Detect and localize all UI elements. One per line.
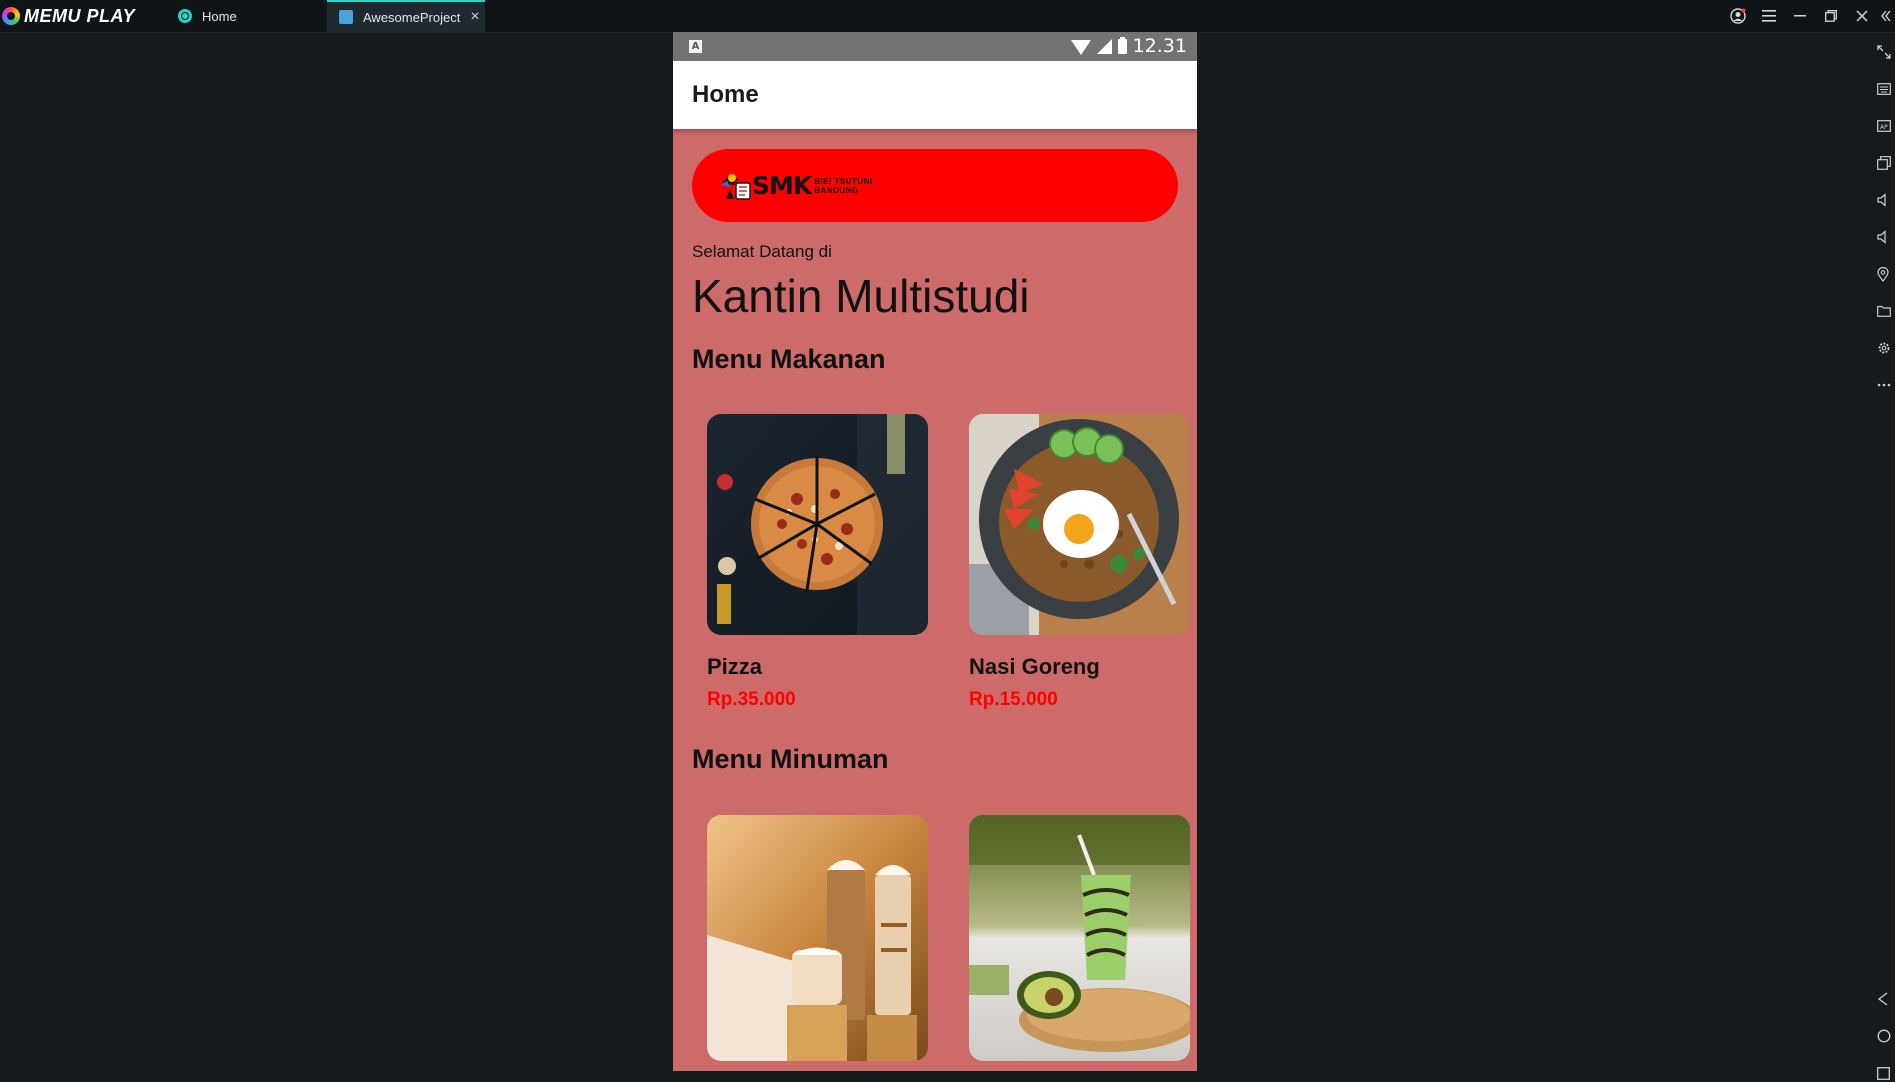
home-icon[interactable]: [1877, 1027, 1895, 1045]
brand-name: MEMU PLAY: [24, 5, 136, 26]
apk-icon[interactable]: AP: [1877, 117, 1895, 135]
multi-window-icon[interactable]: [1877, 154, 1895, 172]
page-title: Home: [692, 81, 759, 108]
tab-label: Home: [202, 8, 237, 24]
fullscreen-icon[interactable]: [1877, 43, 1895, 61]
menu-item-price: Rp.35.000: [707, 689, 796, 710]
battery-icon: [1117, 36, 1127, 54]
signal-icon: [1096, 38, 1112, 54]
svg-text:AP: AP: [1880, 124, 1888, 131]
android-screen: A 12.31 Home SMK BIEI TSUTUNI BANDUNG Se…: [673, 32, 1197, 1071]
emulator-toolbar: AP: [1873, 33, 1895, 1080]
app-bar: Home: [673, 61, 1197, 129]
user-icon[interactable]: [1722, 0, 1753, 32]
tab-home[interactable]: Home: [178, 0, 318, 32]
coffee-drink-image: [707, 815, 928, 1061]
collapse-sidebar-icon[interactable]: [1877, 0, 1895, 32]
drink-section-title: Menu Minuman: [692, 744, 889, 774]
mascot-icon: [720, 174, 751, 200]
home-tab-icon: [178, 9, 192, 23]
back-icon[interactable]: [1877, 990, 1895, 1008]
food-section-title: Menu Makanan: [692, 344, 886, 374]
recents-icon[interactable]: [1877, 1064, 1895, 1082]
tab-close-icon[interactable]: ×: [470, 8, 479, 26]
memu-logo: MEMU PLAY: [2, 6, 135, 26]
minimize-icon[interactable]: [1784, 0, 1815, 32]
app-tab-icon: [339, 10, 353, 24]
window-controls: [1722, 0, 1895, 32]
keyboard-icon[interactable]: [1877, 80, 1895, 98]
emulator-title-bar: MEMU PLAY Home AwesomeProject ×: [0, 0, 1895, 33]
notification-icon: A: [689, 40, 702, 53]
nasi-goreng-image: [969, 414, 1190, 635]
avocado-drink-image: [969, 815, 1190, 1061]
clock: 12.31: [1132, 35, 1187, 57]
school-logo-subtitle: BIEI TSUTUNI: [814, 177, 873, 186]
tab-awesomeproject[interactable]: AwesomeProject ×: [327, 0, 485, 32]
folder-icon[interactable]: [1877, 302, 1895, 320]
school-logo: SMK BIEI TSUTUNI BANDUNG: [718, 169, 873, 203]
memu-logo-icon: [2, 7, 20, 25]
location-icon[interactable]: [1877, 265, 1895, 283]
school-logo-text: SMK: [752, 171, 812, 200]
menu-item-name: Pizza: [707, 654, 763, 679]
menu-item-name: Nasi Goreng: [969, 654, 1100, 679]
tab-label: AwesomeProject: [363, 9, 461, 25]
volume-down-icon[interactable]: [1877, 228, 1895, 246]
menu-item-card[interactable]: Pizza Rp.35.000: [707, 414, 928, 710]
pizza-image: [707, 414, 928, 635]
settings-icon[interactable]: [1877, 339, 1895, 357]
wifi-icon: [1070, 39, 1091, 55]
status-bar: A 12.31: [673, 32, 1197, 61]
canteen-name: Kantin Multistudi: [692, 270, 1030, 322]
menu-item-card[interactable]: [707, 815, 928, 1061]
greeting-text: Selamat Datang di: [692, 242, 832, 261]
close-icon[interactable]: [1846, 0, 1877, 32]
menu-icon[interactable]: [1753, 0, 1784, 32]
more-icon[interactable]: [1877, 376, 1895, 394]
restore-icon[interactable]: [1815, 0, 1846, 32]
menu-item-card[interactable]: Nasi Goreng Rp.15.000: [969, 414, 1190, 710]
volume-up-icon[interactable]: [1877, 191, 1895, 209]
school-banner: SMK BIEI TSUTUNI BANDUNG: [692, 149, 1178, 222]
menu-item-price: Rp.15.000: [969, 689, 1058, 710]
school-logo-subtitle: BANDUNG: [814, 186, 859, 195]
menu-item-card[interactable]: [969, 815, 1190, 1061]
